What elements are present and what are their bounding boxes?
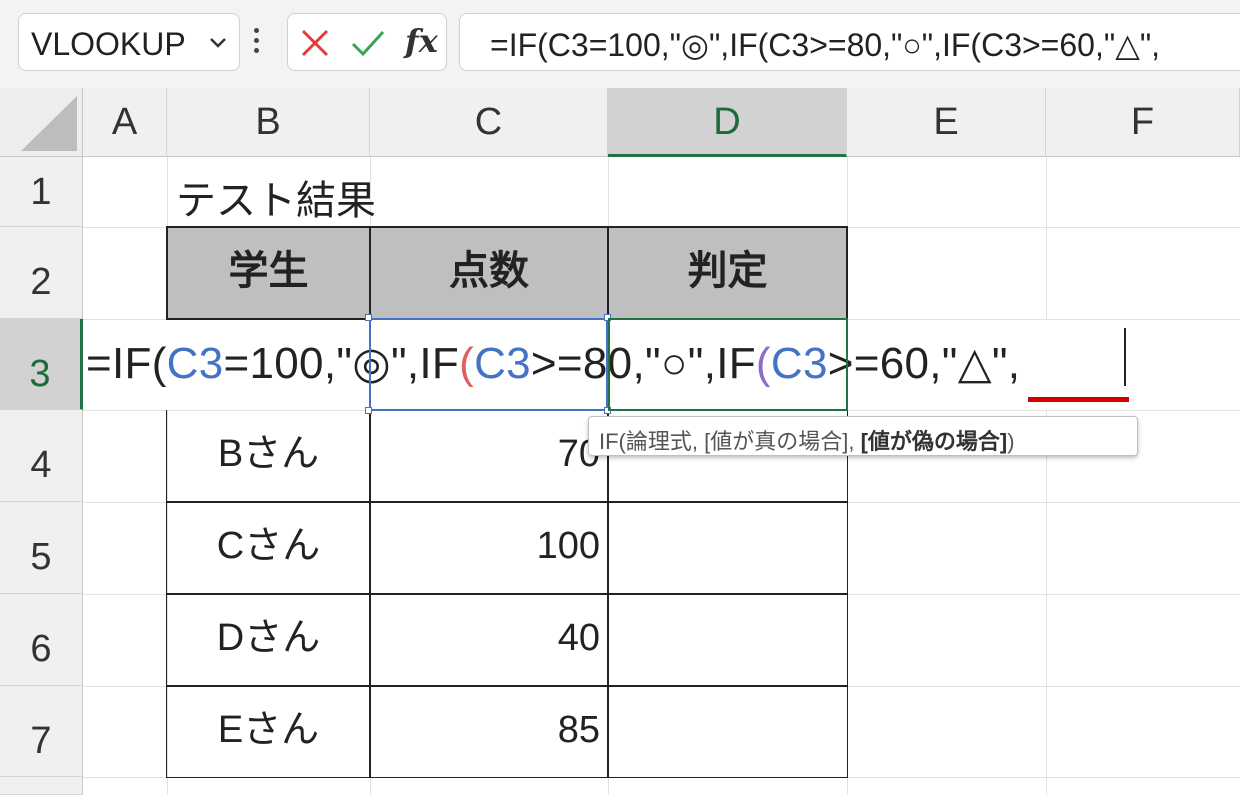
column-header-f[interactable]: F [1046,88,1240,157]
table-cell-score[interactable]: 70 [369,409,609,503]
reference-handle[interactable] [604,314,611,321]
text-cursor [1124,328,1126,386]
table-cell-judgment[interactable] [607,685,848,778]
formula-input[interactable]: =IF(C3=100,"◎",IF(C3>=80,"○",IF(C3>=60,"… [459,13,1240,71]
formula-bar-area: VLOOKUP fx =IF(C3=100,"◎",IF(C3>=80,"○",… [0,0,1240,88]
table-cell-student[interactable]: Dさん [166,593,371,687]
row-header-8[interactable] [0,777,83,795]
column-header-e[interactable]: E [847,88,1046,157]
gridline [1046,157,1047,795]
table-cell-score[interactable]: 40 [369,593,609,687]
function-tooltip: IF(論理式, [値が真の場合], [値が偽の場合]) [588,416,1138,456]
row-header-7[interactable]: 7 [0,686,83,777]
header-cell-judgment[interactable]: 判定 [607,226,848,320]
red-underline-annotation [1028,397,1129,402]
tooltip-suffix: ) [1007,429,1015,454]
select-all-corner[interactable] [0,88,83,157]
tooltip-prefix[interactable]: IF(論理式, [値が真の場合], [599,429,861,454]
table-cell-student[interactable]: Bさん [166,409,371,503]
enter-check-icon[interactable] [350,28,386,58]
reference-handle[interactable] [365,407,372,414]
insert-function-icon[interactable]: fx [405,22,438,60]
formula-text: =IF(C3=100,"◎",IF(C3>=80,"○",IF(C3>=60,"… [490,27,1161,63]
sheet-title[interactable]: テスト結果 [176,168,376,226]
row-header-3[interactable]: 3 [0,319,83,410]
table-cell-judgment[interactable] [607,501,848,595]
row-header-2[interactable]: 2 [0,227,83,319]
column-header-a[interactable]: A [83,88,167,157]
reference-handle[interactable] [365,314,372,321]
formula-buttons: fx [287,13,447,71]
header-cell-score[interactable]: 点数 [369,226,609,320]
chevron-down-icon[interactable] [207,31,229,53]
name-box[interactable]: VLOOKUP [18,13,240,71]
table-cell-score[interactable]: 100 [369,501,609,595]
row-header-1[interactable]: 1 [0,157,83,227]
reference-handle[interactable] [604,407,611,414]
row-header-4[interactable]: 4 [0,410,83,502]
header-cell-student[interactable]: 学生 [166,226,371,320]
column-header-d[interactable]: D [608,88,847,157]
name-box-value: VLOOKUP [31,26,186,62]
column-header-b[interactable]: B [167,88,370,157]
tooltip-active-argument[interactable]: [値が偽の場合] [861,429,1008,454]
table-cell-score[interactable]: 85 [369,685,609,778]
row-header-5[interactable]: 5 [0,502,83,594]
table-cell-judgment[interactable] [607,593,848,687]
cell-edit-formula: =IF(C3=100,"◎",IF(C3>=80,"○",IF(C3>=60,"… [86,339,1021,388]
cancel-x-icon[interactable] [300,28,330,58]
more-options-icon[interactable] [254,28,259,58]
table-cell-student[interactable]: Eさん [166,685,371,778]
column-header-c[interactable]: C [370,88,608,157]
row-header-6[interactable]: 6 [0,594,83,686]
table-cell-student[interactable]: Cさん [166,501,371,595]
